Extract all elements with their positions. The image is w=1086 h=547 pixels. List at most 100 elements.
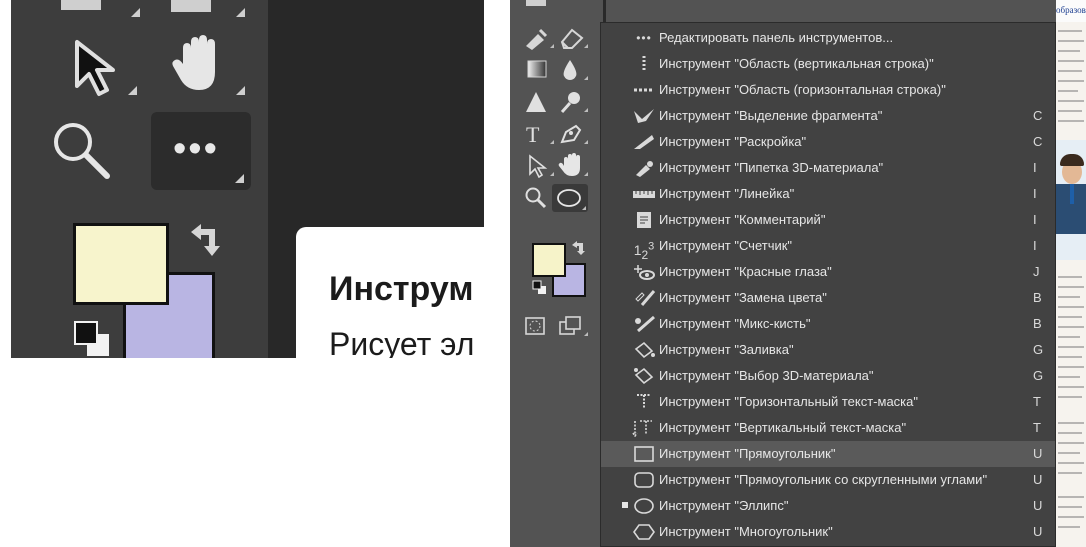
shortcut-key: U	[1033, 446, 1043, 461]
text-line	[1058, 442, 1084, 444]
text-line	[1058, 472, 1082, 474]
shortcut-key: C	[1033, 134, 1043, 149]
text-line	[1058, 422, 1084, 424]
text-line	[1058, 516, 1084, 518]
zoomed-toolbar-panel: ••• Инструм Рисует эл	[11, 0, 484, 358]
slice-select-icon	[632, 107, 656, 125]
rectangle-icon	[632, 445, 656, 463]
zoom-icon[interactable]	[49, 118, 119, 188]
foreground-color-swatch[interactable]	[532, 243, 566, 277]
ruler-icon	[632, 185, 656, 203]
text-line	[1058, 120, 1084, 122]
menu-item[interactable]: 123 Инструмент "Счетчик" I	[601, 233, 1055, 261]
edit-toolbar-button[interactable]: •••	[151, 112, 251, 190]
text-line	[1058, 506, 1082, 508]
screen-mode-icon[interactable]	[558, 314, 586, 338]
document-header-text: образования по специальност	[1056, 5, 1086, 15]
text-line	[1058, 432, 1082, 434]
menu-item-label: Инструмент "Прямоугольник со скругленным…	[659, 472, 988, 487]
ellipse-icon	[632, 497, 656, 515]
pen-icon[interactable]	[558, 122, 586, 146]
text-line	[1058, 60, 1084, 62]
default-colors-icon[interactable]	[73, 320, 113, 358]
menu-item[interactable]: Инструмент "Область (горизонтальная стро…	[601, 77, 1055, 103]
menu-item[interactable]: Инструмент "Многоугольник" U	[601, 519, 1055, 545]
shortcut-key: T	[1033, 394, 1041, 409]
path-selection-icon[interactable]	[71, 38, 131, 98]
menu-item[interactable]: Инструмент "Вертикальный текст-маска" T	[601, 415, 1055, 441]
vertical-type-mask-icon	[632, 419, 656, 438]
tool-flyout-menu: ••• Редактировать панель инструментов... И…	[600, 22, 1056, 547]
tool-corner	[584, 172, 588, 176]
text-line	[1058, 276, 1082, 278]
shortcut-key: U	[1033, 472, 1043, 487]
text-line	[1058, 336, 1080, 338]
menu-item[interactable]: Инструмент "Выбор 3D-материала" G	[601, 363, 1055, 389]
menu-item[interactable]: Инструмент "Горизонтальный текст-маска" T	[601, 389, 1055, 415]
single-row-marquee-icon	[632, 81, 656, 99]
menu-item[interactable]: Инструмент "Замена цвета" B	[601, 285, 1055, 311]
menu-item-label: Инструмент "Выделение фрагмента"	[659, 108, 883, 123]
swap-colors-icon[interactable]	[570, 240, 598, 264]
menu-item[interactable]: Инструмент "Микс-кисть" B	[601, 311, 1055, 337]
menu-item-label: Инструмент "Область (горизонтальная стро…	[659, 82, 946, 97]
red-eye-icon	[632, 263, 656, 281]
tool-corner	[584, 332, 588, 336]
shortcut-key: B	[1033, 316, 1042, 331]
triangle-shape-icon[interactable]	[526, 90, 554, 114]
menu-item-label: Инструмент "Заливка"	[659, 342, 794, 357]
tooltip-title: Инструм	[329, 270, 474, 308]
swap-colors-icon[interactable]	[187, 222, 227, 262]
spot-healing-icon[interactable]	[524, 26, 552, 50]
shortcut-key: J	[1033, 264, 1040, 279]
tool-corner	[582, 206, 586, 210]
menu-item[interactable]: Инструмент "Раскройка" C	[601, 129, 1055, 155]
note-icon	[632, 211, 656, 229]
tool-corner	[235, 174, 244, 183]
menu-item[interactable]: Инструмент "Комментарий" I	[601, 207, 1055, 233]
text-line	[1058, 326, 1084, 328]
shortcut-key: C	[1033, 108, 1043, 123]
shortcut-key: I	[1033, 238, 1037, 253]
menu-item[interactable]: Инструмент "Прямоугольник со скругленным…	[601, 467, 1055, 493]
tool-corner	[584, 140, 588, 144]
gradient-icon[interactable]	[526, 58, 554, 82]
type-icon[interactable]: T	[524, 122, 552, 146]
menu-item[interactable]: Инструмент "Эллипс" U	[601, 493, 1055, 519]
menu-item[interactable]: Инструмент "Выделение фрагмента" C	[601, 103, 1055, 129]
3d-material-eyedropper-icon	[632, 159, 656, 177]
paint-bucket-icon	[632, 341, 656, 359]
hand-icon[interactable]	[171, 34, 231, 94]
ellipse-tool-button[interactable]	[552, 184, 588, 212]
tool-corner	[550, 172, 554, 176]
text-line	[1058, 70, 1082, 72]
menu-item[interactable]: Инструмент "Красные глаза" J	[601, 259, 1055, 285]
hand-icon[interactable]	[558, 152, 586, 176]
default-colors-icon[interactable]	[532, 280, 560, 304]
menu-item[interactable]: ••• Редактировать панель инструментов...	[601, 25, 1055, 51]
menu-item[interactable]: Инструмент "Заливка" G	[601, 337, 1055, 363]
slice-icon	[632, 133, 656, 151]
quick-mask-icon[interactable]	[524, 314, 552, 338]
tool-corner	[584, 44, 588, 48]
3d-material-drop-icon	[632, 367, 656, 385]
text-line	[1058, 296, 1080, 298]
eraser-icon[interactable]	[558, 26, 586, 50]
text-line	[1058, 376, 1080, 378]
text-line	[1058, 90, 1078, 92]
shortcut-key: I	[1033, 160, 1037, 175]
text-line	[1058, 462, 1084, 464]
text-line	[1058, 356, 1082, 358]
polygon-icon	[632, 523, 656, 541]
foreground-color-swatch[interactable]	[73, 223, 169, 305]
tool-corner	[128, 86, 137, 95]
menu-item[interactable]: Инструмент "Пипетка 3D-материала" I	[601, 155, 1055, 181]
shortcut-key: T	[1033, 420, 1041, 435]
text-line	[1058, 396, 1082, 398]
menu-item[interactable]: Инструмент "Прямоугольник" U	[601, 441, 1055, 467]
menu-item-label: Инструмент "Замена цвета"	[659, 290, 827, 305]
menu-item[interactable]: Инструмент "Линейка" I	[601, 181, 1055, 207]
menu-item[interactable]: Инструмент "Область (вертикальная строка…	[601, 51, 1055, 77]
text-line	[1058, 100, 1084, 102]
zoom-icon[interactable]	[524, 186, 552, 210]
